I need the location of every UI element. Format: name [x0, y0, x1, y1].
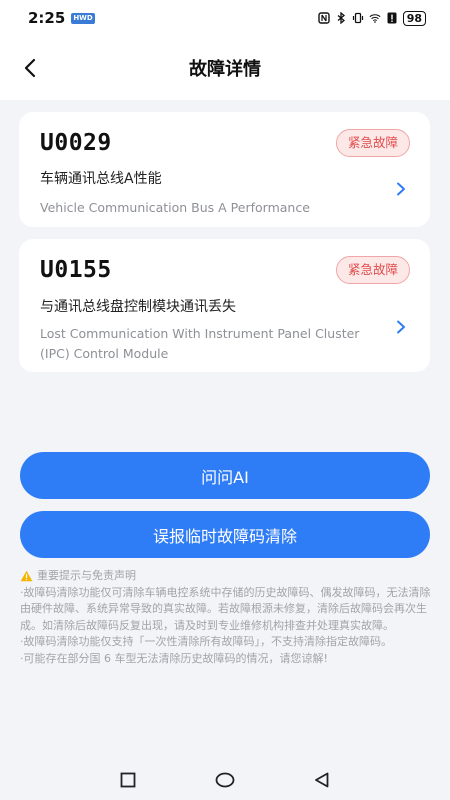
battery-level: 98	[402, 10, 426, 26]
back-nav-button[interactable]	[312, 770, 332, 790]
severity-badge: 紧急故障	[335, 129, 410, 157]
status-left: 2:25 HWD	[28, 9, 95, 27]
clear-codes-button[interactable]: 误报临时故障码清除	[20, 511, 430, 558]
status-icons: 98	[317, 10, 426, 26]
nfc-icon	[317, 12, 330, 24]
status-time: 2:25	[28, 9, 66, 27]
chevron-right-icon[interactable]	[394, 182, 408, 196]
fault-title-en: Lost Communication With Instrument Panel…	[40, 326, 360, 361]
back-button[interactable]	[16, 54, 44, 82]
disclaimer: 重要提示与免责声明 ·故障码清除功能仅可清除车辆电控系统中存储的历史故障码、偶发…	[20, 568, 432, 667]
hwd-badge: HWD	[71, 12, 95, 24]
disclaimer-paragraph: ·故障码清除功能仅支持「一次性清除所有故障码」，不支持清除指定故障码。	[20, 635, 392, 648]
system-nav-bar	[0, 760, 450, 800]
chevron-left-icon	[24, 58, 36, 78]
home-button[interactable]	[215, 770, 235, 790]
severity-badge: 紧急故障	[335, 256, 410, 284]
fault-card[interactable]: U0155 紧急故障 与通讯总线盘控制模块通讯丢失 Lost Communica…	[19, 239, 430, 372]
fault-title-en: Vehicle Communication Bus A Performance	[40, 200, 310, 215]
recents-button[interactable]	[118, 770, 138, 790]
alert-sim-icon	[387, 12, 397, 24]
disclaimer-paragraph: ·故障码清除功能仅可清除车辆电控系统中存储的历史故障码、偶发故障码，无法清除由硬…	[20, 585, 431, 632]
warning-icon	[20, 571, 33, 582]
bluetooth-icon	[337, 12, 345, 24]
disclaimer-heading: 重要提示与免责声明	[37, 569, 136, 582]
vibrate-icon	[352, 12, 363, 24]
square-icon	[120, 772, 136, 788]
page-title: 故障详情	[189, 59, 261, 80]
fault-title-cn: 车辆通讯总线A性能	[40, 171, 162, 187]
disclaimer-paragraph: ·可能存在部分国 6 车型无法清除历史故障码的情况，请您谅解!	[20, 651, 328, 665]
triangle-back-icon	[314, 772, 329, 788]
circle-icon	[215, 772, 235, 788]
status-bar: 2:25 HWD 98	[0, 0, 450, 36]
header: 故障详情	[0, 36, 450, 100]
chevron-right-icon[interactable]	[394, 320, 408, 334]
fault-card[interactable]: U0029 紧急故障 车辆通讯总线A性能 Vehicle Communicati…	[19, 112, 430, 227]
disclaimer-header: 重要提示与免责声明	[20, 568, 432, 585]
ask-ai-button[interactable]: 问问AI	[20, 452, 430, 499]
wifi-icon	[369, 14, 381, 23]
fault-title-cn: 与通讯总线盘控制模块通讯丢失	[40, 299, 236, 315]
